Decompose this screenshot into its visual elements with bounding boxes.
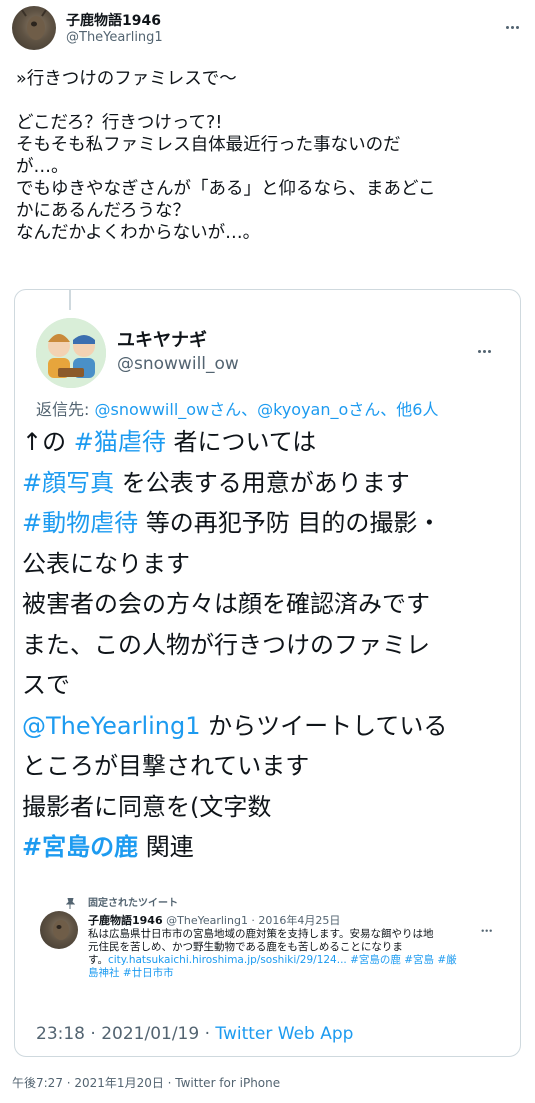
text: 等の再犯予防 目的の撮影・ <box>138 509 442 537</box>
pinned-line: 元住民を苦しめ、かつ野生動物である鹿をも苦しめることになりま <box>88 941 403 953</box>
thread-connector <box>69 290 71 310</box>
hashtag[interactable]: #宮島の鹿 <box>22 833 138 861</box>
quoted-line: #顔写真 を公表する用意があります <box>22 463 447 504</box>
author-avatar[interactable] <box>12 6 56 50</box>
reply-mentions[interactable]: @snowwill_owさん、@kyoyan_oさん、他6人 <box>94 400 438 419</box>
pinned-handle-date: @TheYearling1 · 2016年4月25日 <box>166 914 341 927</box>
more-options-icon[interactable] <box>506 14 521 33</box>
quoted-line: 撮影者に同意を(文字数 <box>22 792 272 821</box>
tweet-line: でもゆきやなぎさんが「ある」と仰るなら、まあどこ <box>16 179 436 199</box>
author-handle[interactable]: @TheYearling1 <box>66 30 163 45</box>
text: す。 <box>88 954 108 966</box>
reply-prefix: 返信先: <box>36 400 95 419</box>
hashtag[interactable]: #顔写真 <box>22 469 114 497</box>
mention[interactable]: @TheYearling1 <box>22 712 201 740</box>
quoted-author-handle[interactable]: @snowwill_ow <box>117 354 239 374</box>
text: 者については <box>165 428 317 456</box>
pinned-line: 私は広島県廿日市市の宮島地域の鹿対策を支持します。安易な餌やりは地 <box>88 928 434 940</box>
pinned-link: city.hatsukaichi.hiroshima.jp/soshiki/29… <box>107 954 457 966</box>
text: からツイートしている <box>200 711 448 740</box>
tweet-text: »行きつけのファミレスで〜 どこだろ？行きつけって?! そもそも私ファミレス自体… <box>16 68 521 244</box>
quoted-line: ところが目撃されています <box>22 752 310 780</box>
tweet-line: かにあるんだろうな？ <box>16 201 190 221</box>
quoted-line: @TheYearling1 からツイートしている <box>22 706 447 747</box>
quoted-timestamp[interactable]: 23:18 · 2021/01/19 · <box>36 1024 215 1044</box>
pinned-author-avatar <box>40 911 78 949</box>
tweet-line: なんだかよくわからないが…。 <box>16 223 261 243</box>
text: を公表する用意があります <box>114 468 410 497</box>
tweet-line <box>16 90 521 112</box>
pinned-line: す。city.hatsukaichi.hiroshima.jp/soshiki/… <box>88 954 457 967</box>
quoted-author-name[interactable]: ユキヤナギ <box>117 326 207 352</box>
quoted-source[interactable]: Twitter Web App <box>215 1024 353 1044</box>
quoted-line: 被害者の会の方々は顔を確認済みです <box>22 590 430 618</box>
quoted-line: スで <box>22 671 70 699</box>
pinned-author-name: 子鹿物語1946 <box>88 914 163 927</box>
author-name[interactable]: 子鹿物語1946 <box>66 10 161 30</box>
text: 関連 <box>138 833 194 861</box>
tweet-line: そもそも私ファミレス自体最近行った事ないのだ <box>16 135 401 155</box>
text: ↑の <box>22 428 74 456</box>
hashtag[interactable]: #動物虐待 <box>22 509 138 537</box>
hashtag[interactable]: #猫虐待 <box>74 428 166 456</box>
pinned-tweet-text: 私は広島県廿日市市の宮島地域の鹿対策を支持します。安易な餌やりは地 元住民を苦し… <box>88 928 457 980</box>
quoted-more-options-icon[interactable] <box>478 338 493 357</box>
quoted-author-avatar[interactable] <box>36 318 106 388</box>
pinned-author-line: 子鹿物語1946 @TheYearling1 · 2016年4月25日 <box>88 912 340 928</box>
tweet-line: が…。 <box>16 157 69 177</box>
tweet-line: »行きつけのファミレスで〜 <box>16 69 237 89</box>
quoted-line: #宮島の鹿 関連 <box>22 827 447 868</box>
quoted-line: また、この人物が行きつけのファミレ <box>22 630 430 659</box>
pin-icon <box>65 894 76 913</box>
quoted-timestamp-line: 23:18 · 2021/01/19 · Twitter Web App <box>36 1024 353 1044</box>
tweet-line: どこだろ？行きつけって?! <box>16 113 223 133</box>
quoted-tweet-text: ↑の #猫虐待 者については #顔写真 を公表する用意があります #動物虐待 等… <box>22 422 447 868</box>
reply-to-line: 返信先: @snowwill_owさん、@kyoyan_oさん、他6人 <box>36 396 438 420</box>
tweet-footer[interactable]: 午後7:27 · 2021年1月20日 · Twitter for iPhone <box>12 1074 280 1091</box>
quoted-line: 公表になります <box>22 549 190 578</box>
quoted-line: ↑の #猫虐待 者については <box>22 422 447 463</box>
pinned-line: 島神社 #廿日市市 <box>88 967 174 979</box>
pinned-label: 固定されたツイート <box>88 898 178 909</box>
pinned-more-icon <box>481 920 494 935</box>
quoted-line: #動物虐待 等の再犯予防 目的の撮影・ <box>22 503 447 544</box>
